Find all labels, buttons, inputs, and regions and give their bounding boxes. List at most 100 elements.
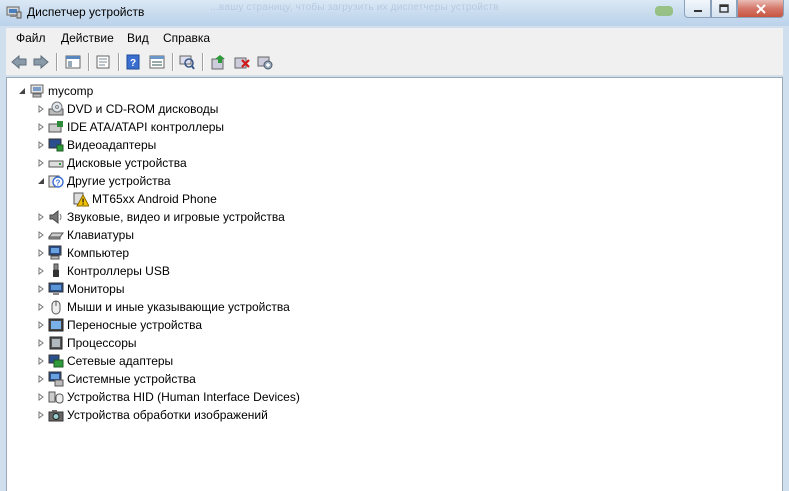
device-manager-icon [6,5,22,19]
tree-item-label: Дисковые устройства [67,156,187,170]
tree-category-item[interactable]: IDE ATA/ATAPI контроллеры [36,118,224,136]
back-icon[interactable] [10,53,28,71]
tree-category-item[interactable]: Видеоадаптеры [36,136,156,154]
tree-category-item[interactable]: Системные устройства [36,370,196,388]
tree-item-label: IDE ATA/ATAPI контроллеры [67,120,225,134]
tree-category-item[interactable]: Процессоры [36,334,137,352]
tree-item-label: Системные устройства [67,372,196,386]
tree-category-item[interactable]: Дисковые устройства [36,154,187,172]
disable-icon[interactable] [256,53,274,71]
scan-hardware-icon[interactable] [178,53,196,71]
menu-file[interactable]: Файл [16,31,46,45]
tree-category-item[interactable]: DVD и CD-ROM дисководы [36,100,218,118]
network-adapter-icon [48,353,64,369]
tree-item-label: Клавиатуры [67,228,134,242]
uninstall-icon[interactable] [233,53,251,71]
expand-icon[interactable] [36,248,46,258]
ide-controller-icon [48,119,64,135]
keyboard-icon [48,227,64,243]
menu-action[interactable]: Действие [61,31,114,45]
collapse-icon[interactable] [36,176,46,186]
tree-item-label: Звуковые, видео и игровые устройства [67,210,285,224]
tree-item-label: Контроллеры USB [67,264,170,278]
processor-icon [48,335,64,351]
tree-category-item[interactable]: Клавиатуры [36,226,134,244]
background-app-icon [655,6,673,16]
menu-view[interactable]: Вид [127,31,149,45]
tree-root-label: mycomp [48,84,94,98]
mouse-icon [48,299,64,315]
view-icon[interactable] [148,53,166,71]
collapse-icon[interactable] [17,86,27,96]
restore-icon [719,4,729,13]
expand-icon[interactable] [36,104,46,114]
tree-category-item[interactable]: Устройства обработки изображений [36,406,268,424]
tree-item-label: Переносные устройства [67,318,203,332]
expand-icon[interactable] [36,140,46,150]
expand-icon[interactable] [36,374,46,384]
sound-icon [48,209,64,225]
expand-icon[interactable] [36,302,46,312]
device-manager-window: Диспетчер устройств ...вашу страницу, чт… [0,0,789,491]
menu-help[interactable]: Справка [163,31,210,45]
close-icon [755,3,766,14]
tree-item-label: MT65xx Android Phone [92,192,217,206]
hid-icon [48,389,64,405]
tree-item-label: Мониторы [67,282,125,296]
portable-device-icon [48,317,64,333]
tree-category-item[interactable]: Звуковые, видео и игровые устройства [36,208,285,226]
close-button[interactable] [737,0,784,18]
properties-icon[interactable] [94,53,112,71]
expand-icon[interactable] [36,158,46,168]
minimize-icon [693,9,702,12]
tree-category-item[interactable]: Мыши и иные указывающие устройства [36,298,290,316]
tree-item-label: Сетевые адаптеры [67,354,174,368]
system-device-icon [48,371,64,387]
background-blur-text: ...вашу страницу, чтобы загрузить их дис… [210,2,499,13]
help-icon[interactable]: ? [124,53,142,71]
toolbar: ? [6,48,783,76]
expand-icon[interactable] [36,266,46,276]
menu-bar: Файл Действие Вид Справка [6,28,783,48]
tree-root[interactable]: mycomp [17,82,93,100]
tree-item-label: Компьютер [67,246,130,260]
title-bar[interactable]: Диспетчер устройств ...вашу страницу, чт… [0,0,789,26]
expand-icon[interactable] [36,410,46,420]
minimize-button[interactable] [684,0,711,18]
expand-icon[interactable] [36,392,46,402]
dvd-drive-icon [48,101,64,117]
display-adapter-icon [48,137,64,153]
expand-icon[interactable] [36,284,46,294]
update-driver-icon[interactable] [209,53,227,71]
console-tree-icon[interactable] [64,53,82,71]
expand-icon[interactable] [36,338,46,348]
window-title: Диспетчер устройств [27,5,145,19]
tree-item-label: Процессоры [67,336,137,350]
tree-category-item[interactable]: Мониторы [36,280,124,298]
forward-icon[interactable] [32,53,50,71]
expand-icon[interactable] [36,122,46,132]
usb-icon [48,263,64,279]
tree-item-label: Видеоадаптеры [67,138,157,152]
tree-category-item[interactable]: Контроллеры USB [36,262,170,280]
tree-item-label: Устройства обработки изображений [67,408,268,422]
tree-item-label: Другие устройства [67,174,171,188]
computer-icon [48,245,64,261]
tree-category-item[interactable]: Сетевые адаптеры [36,352,173,370]
svg-text:?: ? [56,178,61,187]
expand-icon[interactable] [36,356,46,366]
device-tree[interactable]: mycomp DVD и CD-ROM дисководы IDE ATA/ATA… [6,77,783,491]
tree-item-label: Устройства HID (Human Interface Devices) [67,390,300,404]
tree-device-item[interactable]: MT65xx Android Phone [73,190,217,208]
maximize-button[interactable] [711,0,737,18]
svg-text:?: ? [130,58,136,69]
expand-icon[interactable] [36,320,46,330]
tree-category-item[interactable]: Переносные устройства [36,316,202,334]
tree-category-item[interactable]: Компьютер [36,244,129,262]
computer-icon [29,83,45,99]
tree-category-item[interactable]: Устройства HID (Human Interface Devices) [36,388,300,406]
tree-category-item[interactable]: ? Другие устройства [36,172,171,190]
other-devices-icon: ? [48,173,64,189]
expand-icon[interactable] [36,230,46,240]
expand-icon[interactable] [36,212,46,222]
